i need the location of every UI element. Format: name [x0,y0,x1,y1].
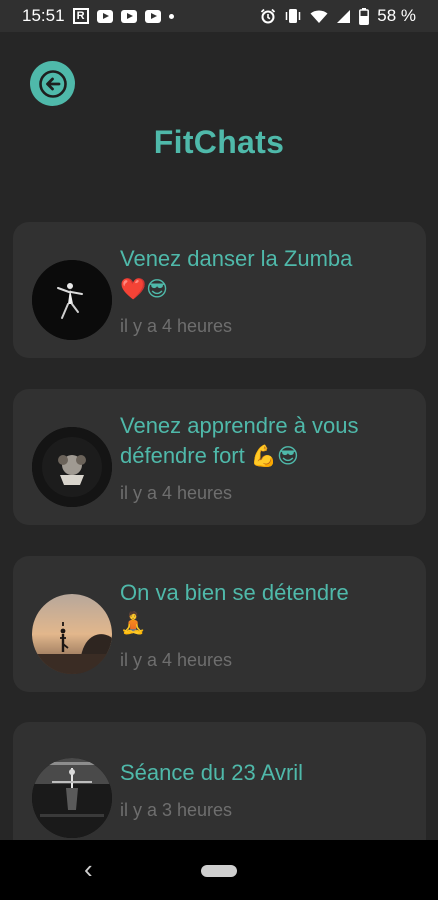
chat-card-seance[interactable]: Séance du 23 Avril il y a 3 heures [13,722,426,858]
chat-title: Séance du 23 Avril [120,760,304,785]
chat-time: il y a 4 heures [120,650,233,670]
arrow-left-icon [38,69,67,98]
nav-back-button[interactable]: ‹ [84,854,93,885]
r-app-icon: R [72,8,89,24]
chat-avatar [32,594,112,674]
gym-image [32,758,112,838]
page-title: FitChats [153,124,285,160]
wifi-icon [310,9,328,24]
youtube-icon [144,9,161,23]
boxing-image [32,427,112,507]
chat-avatar [32,427,112,507]
yoga-emoji: 🧘 [120,611,147,635]
youtube-icon [96,9,113,23]
muscle-sunglasses-emoji: 💪😎 [250,444,299,468]
chat-avatar [32,758,112,838]
heart-sunglasses-emoji: ❤️😎 [120,277,169,301]
battery-icon [359,7,370,25]
chat-card-self-defense[interactable]: Venez apprendre à vous défendre fort 💪😎 … [13,389,426,525]
alarm-icon [260,8,276,24]
status-time: 15:51 [22,6,65,25]
yoga-sunset-image [32,594,112,674]
navigation-bar: ‹ [0,840,438,900]
chat-title: On va bien se détendre 🧘 [120,580,349,635]
battery-percent: 58 % [377,6,416,25]
chat-time: il y a 3 heures [120,800,233,820]
chat-time: il y a 4 heures [120,483,233,503]
status-left: 15:51 R [22,6,174,26]
dot-icon [168,13,174,19]
back-button[interactable] [30,61,75,106]
chat-card-relax[interactable]: On va bien se détendre 🧘 il y a 4 heures [13,556,426,692]
status-right: 58 % [260,6,416,26]
chat-card-zumba[interactable]: Venez danser la Zumba ❤️😎 il y a 4 heure… [13,222,426,358]
signal-icon [336,9,351,24]
dancer-image [32,260,112,340]
nav-home-button[interactable] [201,865,237,877]
chat-title: Venez danser la Zumba ❤️😎 [120,246,353,301]
chat-title: Venez apprendre à vous défendre fort 💪😎 [120,413,359,468]
youtube-icon [120,9,137,23]
status-bar: 15:51 R 58 % [0,0,438,32]
vibrate-icon [284,8,302,24]
chat-avatar [32,260,112,340]
chat-time: il y a 4 heures [120,316,233,336]
